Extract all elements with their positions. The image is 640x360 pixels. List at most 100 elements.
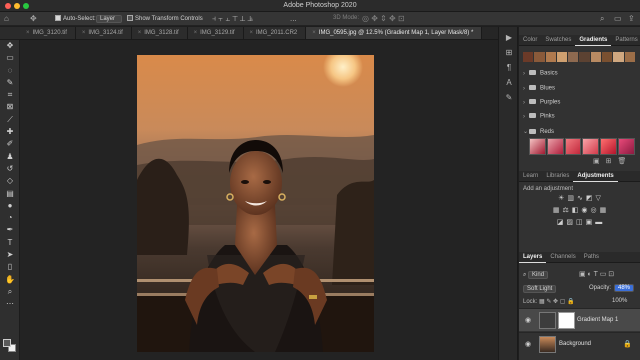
gradient-swatch[interactable] xyxy=(602,52,613,62)
gradient-swatch[interactable] xyxy=(579,52,590,62)
dodge-tool-icon[interactable]: ◔ xyxy=(0,212,20,224)
gradient-folder-purples[interactable]: › Purples xyxy=(523,99,637,109)
brush-settings-icon[interactable]: ✎ xyxy=(499,93,519,102)
tab-learn[interactable]: Learn xyxy=(519,171,542,182)
document-tab-active[interactable]: × IMG_0595.jpg @ 12.5% (Gradient Map 1, L… xyxy=(306,27,483,39)
gradient-swatch[interactable] xyxy=(556,52,568,62)
selective-color-icon[interactable]: ▣ xyxy=(586,219,596,226)
path-select-tool-icon[interactable]: ➤ xyxy=(0,249,20,261)
rectangle-tool-icon[interactable]: ▯ xyxy=(0,261,20,273)
gradient-swatch[interactable] xyxy=(529,138,546,155)
gradient-swatch[interactable] xyxy=(618,138,635,155)
eye-icon[interactable]: ◉ xyxy=(525,340,531,348)
exposure-icon[interactable]: ◩ xyxy=(586,195,596,202)
gradient-swatch[interactable] xyxy=(582,138,600,155)
gradient-folder-blues[interactable]: › Blues xyxy=(523,85,637,95)
auto-select-checkbox[interactable]: Auto-Select: xyxy=(55,15,96,22)
pen-tool-icon[interactable]: ✒ xyxy=(0,224,20,236)
tab-gradients[interactable]: Gradients xyxy=(575,35,612,46)
gradient-folder-pinks[interactable]: › Pinks xyxy=(523,113,637,123)
crop-tool-icon[interactable]: ⌗ xyxy=(0,89,20,101)
layer-row-background[interactable]: ◉ Background 🔒 xyxy=(519,332,640,355)
frame-tool-icon[interactable]: ⊠ xyxy=(0,101,20,113)
show-transform-controls-checkbox[interactable]: Show Transform Controls xyxy=(127,15,203,22)
eyedropper-tool-icon[interactable]: ⟋ xyxy=(0,114,20,126)
close-tab-icon[interactable]: × xyxy=(26,30,30,36)
history-panel-icon[interactable]: ▶ xyxy=(499,33,519,42)
layer-filter-kind[interactable]: ⌕ Kind xyxy=(523,271,549,279)
lock-icons[interactable]: Lock: ▦ ✎ ✥ ▢ 🔒 xyxy=(523,298,575,305)
close-tab-icon[interactable]: × xyxy=(138,30,142,36)
paragraph-panel-icon[interactable]: ¶ xyxy=(499,63,519,72)
layer-mask-thumbnail[interactable] xyxy=(558,312,575,329)
clone-stamp-tool-icon[interactable]: ♟ xyxy=(0,151,20,163)
close-tab-icon[interactable]: × xyxy=(312,30,316,36)
layer-filter-icons[interactable]: ▣ ◐ T ▭ ⊡ xyxy=(579,270,614,278)
workspace-icon[interactable]: ▭ xyxy=(614,14,622,23)
more-options-icon[interactable]: ... xyxy=(290,14,297,23)
tab-adjustments[interactable]: Adjustments xyxy=(573,171,618,182)
gradient-tool-icon[interactable]: ▤ xyxy=(0,188,20,200)
trash-icon[interactable]: 🗑 xyxy=(618,158,633,165)
document-tab[interactable]: × IMG_3124.tif xyxy=(75,27,132,39)
lasso-tool-icon[interactable]: ◌ xyxy=(0,65,20,77)
layer-name[interactable]: Background xyxy=(559,341,591,347)
black-white-icon[interactable]: ◧ xyxy=(572,207,582,214)
new-gradient-icon[interactable]: ⊞ xyxy=(606,158,618,165)
document-tab[interactable]: × IMG_2011.CR2 xyxy=(243,27,307,39)
brightness-contrast-icon[interactable]: ☀ xyxy=(558,195,567,202)
document-image[interactable] xyxy=(137,55,374,352)
gradient-map-icon[interactable]: ▬ xyxy=(595,219,605,226)
search-icon[interactable]: ⌕ xyxy=(600,14,604,24)
gradient-swatch[interactable] xyxy=(590,52,602,62)
tab-layers[interactable]: Layers xyxy=(519,252,547,263)
document-tab[interactable]: × IMG_3120.tif xyxy=(20,27,76,39)
gradient-swatch[interactable] xyxy=(568,52,579,62)
close-tab-icon[interactable]: × xyxy=(194,30,198,36)
opacity-field[interactable]: 48% xyxy=(614,284,635,292)
move-tool-icon[interactable]: ✥ xyxy=(0,40,20,52)
threshold-icon[interactable]: ◫ xyxy=(576,219,586,226)
gradient-swatch[interactable] xyxy=(546,138,564,155)
curves-icon[interactable]: ∿ xyxy=(577,195,586,202)
vibrance-icon[interactable]: ▽ xyxy=(596,195,604,202)
more-tools-icon[interactable]: ⋯ xyxy=(0,298,20,310)
canvas-area[interactable] xyxy=(20,40,498,360)
tab-libraries[interactable]: Libraries xyxy=(542,171,573,182)
layer-name[interactable]: Gradient Map 1 xyxy=(577,317,618,323)
levels-icon[interactable]: ▥ xyxy=(567,195,577,202)
new-group-icon[interactable]: ▣ xyxy=(593,158,606,165)
posterize-icon[interactable]: ▨ xyxy=(566,219,576,226)
gradient-swatch[interactable] xyxy=(523,52,534,62)
character-panel-icon[interactable]: A xyxy=(499,78,519,87)
blur-tool-icon[interactable]: ● xyxy=(0,200,20,212)
tab-paths[interactable]: Paths xyxy=(580,252,603,263)
gradient-swatch[interactable] xyxy=(613,52,624,62)
gradient-folder-reds[interactable]: ⌄ Reds xyxy=(523,128,637,138)
tab-color[interactable]: Color xyxy=(519,35,541,46)
gradient-swatch[interactable] xyxy=(600,138,618,155)
quick-select-tool-icon[interactable]: ✎ xyxy=(0,77,20,89)
color-lookup-icon[interactable]: ▦ xyxy=(600,207,610,214)
foreground-color-swatch[interactable] xyxy=(3,339,11,347)
invert-icon[interactable]: ◪ xyxy=(557,219,567,226)
gradient-swatch[interactable] xyxy=(545,52,556,62)
toolbar-collapse[interactable] xyxy=(0,27,20,40)
gradient-swatch[interactable] xyxy=(534,52,545,62)
blend-mode-dropdown[interactable]: Soft Light xyxy=(523,285,557,293)
healing-tool-icon[interactable]: ✚ xyxy=(0,126,20,138)
fill-field[interactable]: 100% xyxy=(612,298,627,304)
gradient-folder-basics[interactable]: › Basics xyxy=(523,70,637,80)
artboard-tool-icon[interactable]: ▭ xyxy=(0,52,20,64)
document-tab[interactable]: × IMG_3128.tif xyxy=(131,27,188,39)
layer-row-gradient-map[interactable]: ◉ Gradient Map 1 xyxy=(519,308,640,331)
hue-saturation-icon[interactable]: ▦ xyxy=(553,207,563,214)
align-buttons-icon[interactable]: ⫞ ⫟ ⫠ ⊤ ⊥ ⫡ xyxy=(212,14,253,24)
history-brush-tool-icon[interactable]: ↺ xyxy=(0,163,20,175)
hand-tool-icon[interactable]: ✋ xyxy=(0,274,20,286)
home-icon[interactable]: ⌂ xyxy=(4,14,9,23)
document-tab[interactable]: × IMG_3129.tif xyxy=(187,27,244,39)
share-icon[interactable]: ⇪ xyxy=(628,14,635,23)
move-tool-preset-icon[interactable]: ✥ xyxy=(30,14,37,23)
auto-select-dropdown[interactable]: Layer xyxy=(96,15,123,23)
